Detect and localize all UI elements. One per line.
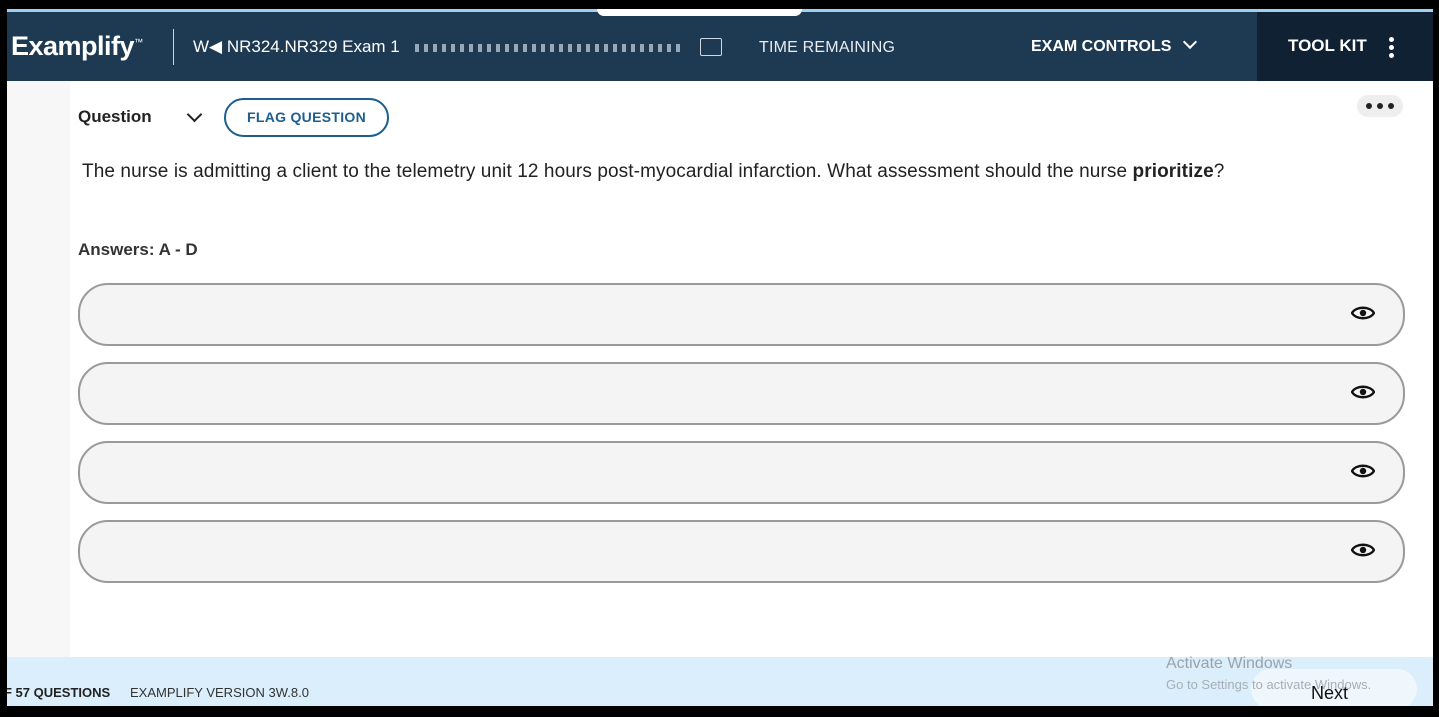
obscured-title-text bbox=[415, 44, 685, 52]
calendar-icon bbox=[700, 38, 722, 56]
chevron-down-icon[interactable] bbox=[186, 106, 203, 123]
answer-option-d[interactable] bbox=[78, 520, 1405, 583]
tool-kit-panel[interactable]: TOOL KIT bbox=[1257, 12, 1433, 81]
eye-icon[interactable] bbox=[1351, 305, 1375, 321]
stem-text: The nurse is admitting a client to the t… bbox=[82, 161, 1133, 182]
activate-windows-subtitle: Go to Settings to activate Windows. bbox=[1166, 677, 1372, 692]
more-options-button[interactable] bbox=[1357, 95, 1403, 117]
eye-icon[interactable] bbox=[1351, 542, 1375, 558]
question-number-label[interactable]: Question bbox=[78, 107, 152, 127]
exam-window: Examplify™ W◀ NR324.NR329 Exam 1 TIME RE… bbox=[7, 9, 1433, 706]
version-label: EXAMPLIFY VERSION 3W.8.0 bbox=[130, 685, 309, 700]
examplify-logo: Examplify™ bbox=[11, 31, 143, 62]
stem-end: ? bbox=[1213, 161, 1225, 182]
logo-mark: ™ bbox=[134, 37, 143, 47]
answers-label: Answers: A - D bbox=[78, 240, 198, 259]
chevron-down-icon bbox=[1183, 34, 1198, 50]
exam-header: Examplify™ W◀ NR324.NR329 Exam 1 TIME RE… bbox=[7, 12, 1433, 81]
tool-kit-label: TOOL KIT bbox=[1288, 36, 1367, 55]
eye-icon[interactable] bbox=[1351, 384, 1375, 400]
kebab-menu-icon bbox=[1389, 37, 1395, 61]
activate-windows-title: Activate Windows bbox=[1166, 655, 1293, 672]
answer-option-b[interactable] bbox=[78, 362, 1405, 425]
exam-controls-label: EXAM CONTROLS bbox=[1031, 38, 1172, 55]
camera-notch bbox=[597, 9, 802, 16]
question-stem: The nurse is admitting a client to the t… bbox=[82, 161, 1224, 183]
exam-footer: F 57 QUESTIONS EXAMPLIFY VERSION 3W.8.0 … bbox=[7, 655, 1433, 706]
header-divider bbox=[173, 29, 174, 65]
question-count: F 57 QUESTIONS bbox=[7, 685, 111, 700]
flag-question-button[interactable]: FLAG QUESTION bbox=[224, 98, 389, 137]
eye-icon[interactable] bbox=[1351, 463, 1375, 479]
answer-option-c[interactable] bbox=[78, 441, 1405, 504]
stem-emphasis: prioritize bbox=[1132, 161, 1214, 182]
answer-option-a[interactable] bbox=[78, 283, 1405, 346]
left-margin-panel bbox=[7, 81, 70, 657]
exam-title: W◀ NR324.NR329 Exam 1 bbox=[193, 37, 400, 56]
exam-controls-menu[interactable]: EXAM CONTROLS bbox=[1031, 34, 1198, 56]
time-remaining-label: TIME REMAINING bbox=[759, 39, 896, 56]
logo-text: Examplify bbox=[11, 31, 135, 61]
